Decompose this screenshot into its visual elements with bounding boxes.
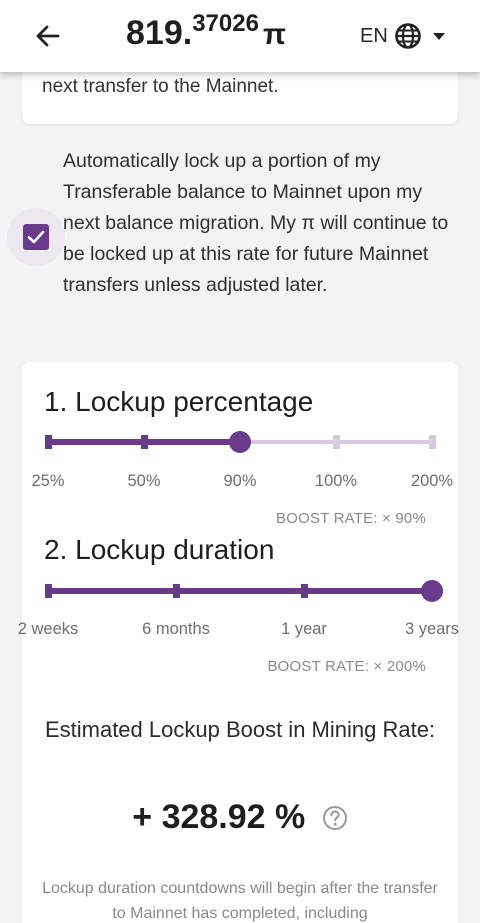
pi-symbol: π (262, 18, 286, 51)
estimated-boost-title: Estimated Lockup Boost in Mining Rate: (44, 717, 436, 742)
slider-tick[interactable] (333, 435, 340, 449)
lockup-settings-card: 1. Lockup percentage 25% 50% 90% 100% 200% B… (18, 362, 459, 923)
slider-thumb[interactable] (421, 580, 443, 602)
slider-option-label[interactable]: 3 years (405, 620, 459, 639)
checkmark-icon (27, 230, 45, 244)
help-icon[interactable] (322, 805, 348, 831)
slider-tick[interactable] (45, 584, 52, 598)
lockup-duration-title: 2. Lockup duration (44, 534, 275, 565)
slider-option-label[interactable]: 50% (127, 472, 160, 491)
slider-tick[interactable] (45, 435, 52, 449)
auto-lockup-text: Automatically lock up a portion of my Tr… (63, 150, 449, 296)
slider-option-label[interactable]: 200% (411, 472, 453, 491)
slider-option-label[interactable]: 2 weeks (18, 620, 79, 639)
lockup-duration-slider[interactable] (45, 578, 443, 604)
slider-tick[interactable] (301, 584, 308, 598)
slider-option-label[interactable]: 6 months (142, 620, 210, 639)
lockup-footnote: Lockup duration countdowns will begin af… (42, 880, 438, 922)
estimated-boost-row: + 328.92 % (22, 798, 458, 837)
balance-display: 819.37026 π (126, 10, 286, 58)
language-selector[interactable]: EN (360, 20, 446, 52)
slider-option-label[interactable]: 90% (223, 472, 256, 491)
auto-lockup-checkbox[interactable] (23, 224, 49, 250)
lockup-percentage-slider[interactable] (45, 429, 436, 455)
language-code: EN (360, 24, 388, 47)
lockup-percentage-title: 1. Lockup percentage (44, 386, 314, 417)
slider-thumb[interactable] (229, 431, 251, 453)
slider-option-label[interactable]: 1 year (281, 620, 327, 639)
percentage-boost-rate: BOOST RATE: × 90% (276, 510, 426, 527)
slider-tick[interactable] (173, 584, 180, 598)
globe-icon (394, 23, 421, 49)
balance-integer: 819. (126, 14, 193, 52)
balance-decimals: 37026 (192, 10, 259, 37)
duration-boost-rate: BOOST RATE: × 200% (267, 658, 426, 675)
slider-tick[interactable] (141, 435, 148, 449)
estimated-boost-value: + 328.92 % (132, 798, 306, 836)
top-bar: 819.37026 π EN (0, 0, 480, 72)
slider-option-label[interactable]: 25% (31, 472, 64, 491)
slider-track-fill (48, 588, 432, 594)
slider-option-label[interactable]: 100% (315, 472, 357, 491)
back-arrow-icon[interactable] (32, 20, 64, 52)
caret-down-icon (432, 33, 445, 40)
slider-tick[interactable] (429, 435, 436, 449)
info-card-text: next transfer to the Mainnet. (42, 76, 279, 97)
